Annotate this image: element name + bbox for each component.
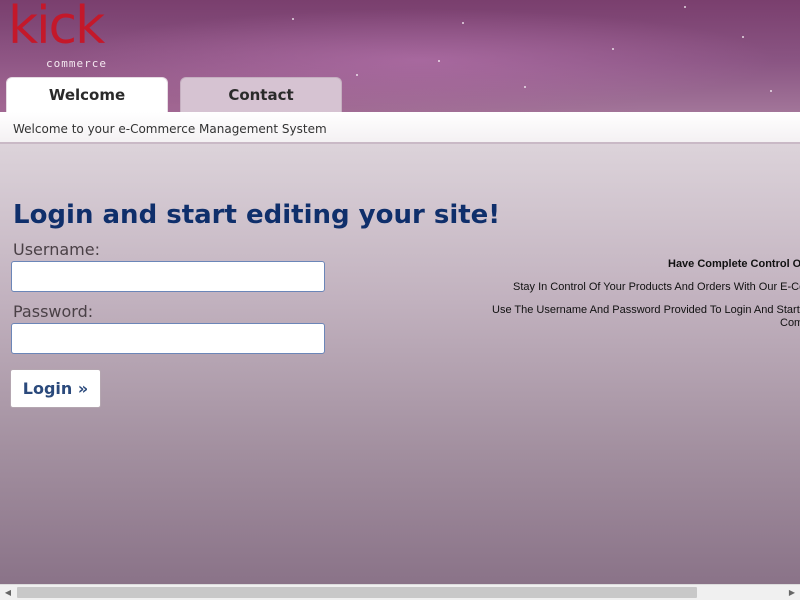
info-line-2: Stay In Control Of Your Products And Ord…: [513, 281, 800, 293]
header-banner: kick commerce Welcome Contact: [0, 0, 800, 112]
horizontal-scrollbar[interactable]: ◀ ▶: [0, 584, 800, 600]
kick-commerce-logo[interactable]: kick commerce: [8, 0, 118, 70]
welcome-message: Welcome to your e-Commerce Management Sy…: [13, 122, 327, 136]
welcome-bar: Welcome to your e-Commerce Management Sy…: [0, 112, 800, 144]
page-title: Login and start editing your site!: [13, 200, 501, 230]
scroll-thumb[interactable]: [17, 587, 697, 598]
login-button[interactable]: Login »: [10, 369, 101, 408]
info-line-3-cont: Com: [780, 317, 800, 329]
logo-wordmark: kick: [8, 0, 105, 56]
logo-subtitle: commerce: [46, 57, 107, 70]
scroll-right-icon[interactable]: ▶: [784, 585, 800, 600]
info-line-3: Use The Username And Password Provided T…: [492, 304, 800, 316]
username-field[interactable]: [11, 261, 325, 292]
tab-welcome[interactable]: Welcome: [6, 77, 168, 112]
main-content: Login and start editing your site! Usern…: [0, 144, 800, 584]
scroll-left-icon[interactable]: ◀: [0, 585, 16, 600]
info-heading: Have Complete Control O: [668, 258, 800, 270]
password-label: Password:: [13, 302, 94, 321]
tab-contact[interactable]: Contact: [180, 77, 342, 112]
username-label: Username:: [13, 240, 100, 259]
password-field[interactable]: [11, 323, 325, 354]
